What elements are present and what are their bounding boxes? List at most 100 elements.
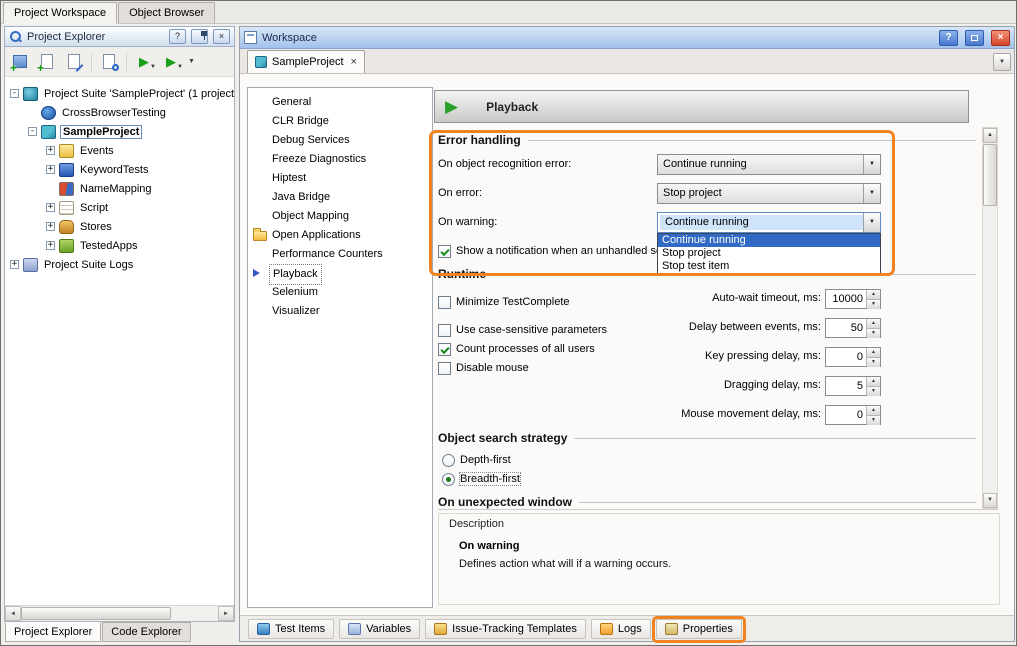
scroll-up-icon[interactable]: ▲ (983, 128, 997, 143)
tab-issue-tracking-templates[interactable]: Issue-Tracking Templates (425, 619, 586, 639)
run-project-button[interactable]: ▶ ▼ (132, 50, 156, 74)
on-warning-select[interactable]: Continue running ▼ (657, 212, 881, 233)
category-open-applications[interactable]: Open Applications (248, 226, 432, 245)
spinner-value[interactable]: 5 (826, 377, 866, 395)
category-playback[interactable]: Playback (248, 264, 432, 283)
tab-object-browser[interactable]: Object Browser (118, 2, 215, 23)
category-object-mapping[interactable]: Object Mapping (248, 207, 432, 226)
tree-item-crossbrowsertesting[interactable]: CrossBrowserTesting (5, 103, 234, 122)
scrollbar-track[interactable] (171, 606, 218, 621)
tab-test-items[interactable]: Test Items (248, 619, 334, 639)
tab-variables[interactable]: Variables (339, 619, 420, 639)
case-sensitive-parameters-checkbox[interactable]: Use case-sensitive parameters (438, 323, 607, 337)
scroll-left-icon[interactable]: ◄ (5, 606, 21, 621)
depth-first-radio[interactable]: Depth-first (442, 453, 511, 467)
spin-down-icon[interactable]: ▼ (867, 387, 880, 396)
delay-between-events-input[interactable]: 50 ▲▼ (825, 318, 881, 338)
spin-up-icon[interactable]: ▲ (867, 319, 880, 329)
tab-properties[interactable]: Properties (656, 619, 742, 639)
spinner-buttons[interactable]: ▲▼ (866, 348, 880, 366)
spin-up-icon[interactable]: ▲ (867, 377, 880, 387)
tab-list-dropdown[interactable]: ▼ (993, 53, 1011, 71)
collapse-icon[interactable]: - (10, 89, 19, 98)
toolbar-overflow-icon[interactable]: ▼ (188, 58, 195, 65)
breadth-first-radio[interactable]: Breadth-first (442, 472, 520, 486)
on-object-recognition-error-select[interactable]: Continue running ▼ (657, 154, 881, 175)
spinner-value[interactable]: 0 (826, 406, 866, 424)
scrollbar-thumb[interactable] (983, 144, 997, 206)
add-project-button[interactable]: + (35, 50, 59, 74)
spin-down-icon[interactable]: ▼ (867, 358, 880, 367)
close-button[interactable]: × (213, 29, 230, 44)
tree-item-keywordtests[interactable]: + KeywordTests (5, 160, 234, 179)
help-button[interactable]: ? (939, 30, 958, 46)
category-clr-bridge[interactable]: CLR Bridge (248, 112, 432, 131)
spinner-value[interactable]: 50 (826, 319, 866, 337)
spin-up-icon[interactable]: ▲ (867, 290, 880, 300)
spin-down-icon[interactable]: ▼ (867, 416, 880, 425)
restore-button[interactable] (965, 30, 984, 46)
spinner-value[interactable]: 0 (826, 348, 866, 366)
show-notification-checkbox[interactable]: Show a notification when an unhandled sc (438, 244, 661, 258)
pin-button[interactable] (191, 29, 208, 44)
help-button[interactable]: ? (169, 29, 186, 44)
category-performance-counters[interactable]: Performance Counters (248, 245, 432, 264)
scrollbar-thumb[interactable] (21, 607, 171, 620)
category-visualizer[interactable]: Visualizer (248, 302, 432, 321)
tree-item-namemapping[interactable]: NameMapping (5, 179, 234, 198)
expand-icon[interactable]: + (46, 165, 55, 174)
spinner-buttons[interactable]: ▲▼ (866, 377, 880, 395)
horizontal-scrollbar[interactable]: ◄ ► (5, 605, 234, 621)
spinner-buttons[interactable]: ▲▼ (866, 319, 880, 337)
tab-logs[interactable]: Logs (591, 619, 651, 639)
disable-mouse-checkbox[interactable]: Disable mouse (438, 361, 529, 375)
minimize-testcomplete-checkbox[interactable]: Minimize TestComplete (438, 295, 570, 309)
category-selenium[interactable]: Selenium (248, 283, 432, 302)
category-java-bridge[interactable]: Java Bridge (248, 188, 432, 207)
category-general[interactable]: General (248, 93, 432, 112)
count-processes-checkbox[interactable]: Count processes of all users (438, 342, 595, 356)
tab-project-explorer[interactable]: Project Explorer (5, 622, 101, 642)
expand-icon[interactable]: + (46, 146, 55, 155)
vertical-scrollbar[interactable]: ▲ ▼ (982, 127, 998, 509)
scroll-right-icon[interactable]: ► (218, 606, 234, 621)
category-freeze-diagnostics[interactable]: Freeze Diagnostics (248, 150, 432, 169)
expand-icon[interactable]: + (10, 260, 19, 269)
mouse-movement-delay-input[interactable]: 0 ▲▼ (825, 405, 881, 425)
option-stop-project[interactable]: Stop project (658, 247, 880, 260)
spin-down-icon[interactable]: ▼ (867, 300, 880, 309)
chevron-down-icon[interactable]: ▼ (863, 155, 880, 174)
dragging-delay-input[interactable]: 5 ▲▼ (825, 376, 881, 396)
auto-wait-timeout-input[interactable]: 10000 ▲▼ (825, 289, 881, 309)
spin-down-icon[interactable]: ▼ (867, 329, 880, 338)
close-button[interactable]: × (991, 30, 1010, 46)
category-hiptest[interactable]: Hiptest (248, 169, 432, 188)
spin-up-icon[interactable]: ▲ (867, 348, 880, 358)
tree-item-stores[interactable]: + Stores (5, 217, 234, 236)
tree-item-testedapps[interactable]: + TestedApps (5, 236, 234, 255)
chevron-down-icon[interactable]: ▼ (863, 213, 880, 232)
expand-icon[interactable]: + (46, 203, 55, 212)
tree-item-project-suite-logs[interactable]: + Project Suite Logs (5, 255, 234, 274)
spin-up-icon[interactable]: ▲ (867, 406, 880, 416)
tab-project-workspace[interactable]: Project Workspace (3, 2, 117, 24)
spinner-value[interactable]: 10000 (826, 290, 866, 308)
key-pressing-delay-input[interactable]: 0 ▲▼ (825, 347, 881, 367)
collapse-icon[interactable]: - (28, 127, 37, 136)
tree-item-sampleproject[interactable]: - SampleProject (5, 122, 234, 141)
tab-sampleproject[interactable]: SampleProject × (247, 50, 365, 73)
expand-icon[interactable]: + (46, 222, 55, 231)
chevron-down-icon[interactable]: ▼ (863, 184, 880, 203)
option-stop-test-item[interactable]: Stop test item (658, 260, 880, 273)
tree-item-script[interactable]: + Script (5, 198, 234, 217)
scroll-down-icon[interactable]: ▼ (983, 493, 997, 508)
add-project-suite-button[interactable]: + (8, 50, 32, 74)
tab-code-explorer[interactable]: Code Explorer (102, 622, 190, 642)
tree-item-project-suite[interactable]: - Project Suite 'SampleProject' (1 proje… (5, 84, 234, 103)
tree-item-events[interactable]: + Events (5, 141, 234, 160)
object-spy-button[interactable] (97, 50, 121, 74)
spinner-buttons[interactable]: ▲▼ (866, 290, 880, 308)
run-with-options-button[interactable]: ▶ ▼ (159, 50, 183, 74)
category-debug-services[interactable]: Debug Services (248, 131, 432, 150)
option-continue-running[interactable]: Continue running (658, 234, 880, 247)
